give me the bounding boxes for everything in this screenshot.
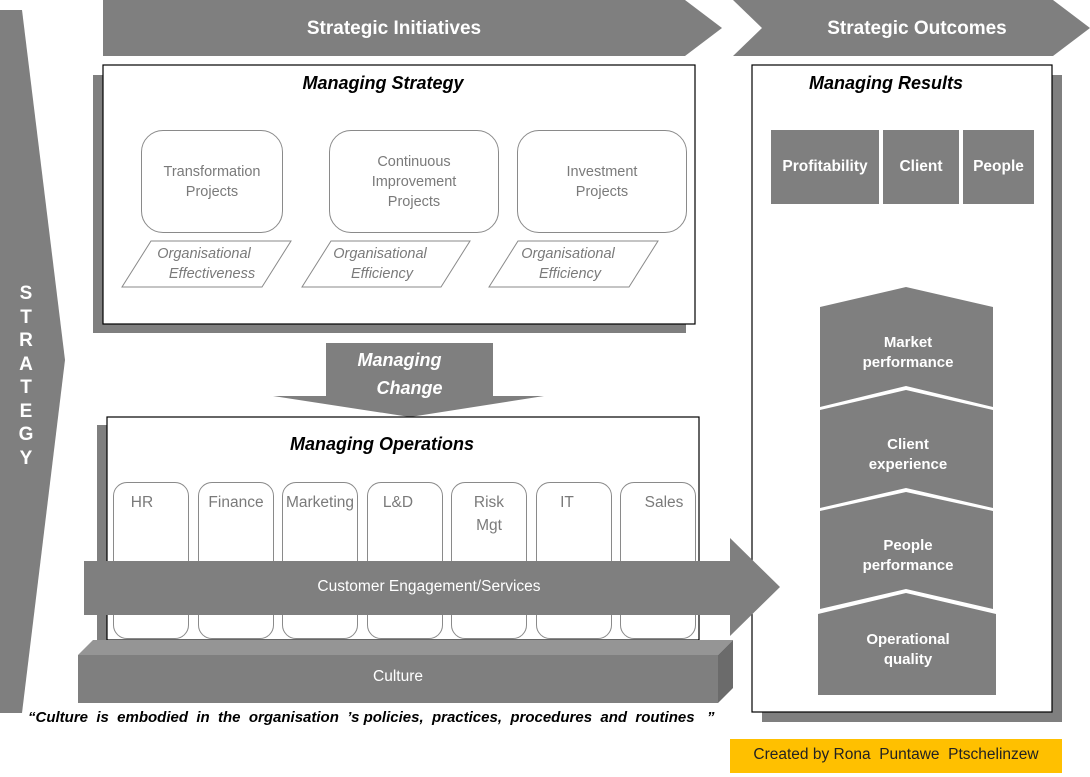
department-box: Sales: [620, 482, 696, 639]
managing-change-label: Managing Change: [326, 346, 493, 402]
strategy-letter: A: [19, 353, 33, 375]
project-label: Projects: [185, 183, 239, 200]
result-category-people: People: [963, 130, 1034, 204]
department-box: Marketing: [282, 482, 358, 639]
department-box: IT: [536, 482, 612, 639]
outcome-label: Organisational Efficiency: [318, 244, 442, 284]
managing-results-title: Managing Results: [808, 73, 964, 93]
project-box: Investment Projects: [517, 130, 687, 233]
outcome-label-line: Organisational: [157, 246, 251, 262]
strategy-letter: T: [20, 306, 32, 328]
stack-label-line: performance: [862, 354, 954, 371]
project-box: Transformation Projects: [141, 130, 283, 233]
department-label: L&D: [382, 494, 414, 511]
outcome-label-line: Efficiency: [350, 266, 414, 282]
strategy-letter: T: [20, 377, 32, 398]
strategic-initiatives-label: Strategic Initiatives: [306, 18, 482, 39]
department-box: Finance: [198, 482, 274, 639]
result-category-client: Client: [883, 130, 959, 204]
project-label: Continuous: [377, 153, 451, 170]
outcome-label-line: Organisational: [333, 246, 427, 262]
department-label: HR: [130, 494, 154, 511]
stack-label-line: Market: [883, 334, 933, 351]
project-label: Investment: [566, 163, 638, 180]
project-box: Continuous Improvement Projects: [329, 130, 499, 233]
culture-quote: “Culture is embodied in the organisation…: [28, 709, 715, 726]
department-box: Risk Mgt: [451, 482, 527, 639]
strategy-letter: E: [19, 400, 33, 422]
department-label: Risk: [473, 494, 505, 511]
outcome-label-line: Effectiveness: [168, 266, 256, 282]
strategy-letter: S: [19, 283, 33, 304]
outcome-label: Organisational Effectiveness: [140, 244, 268, 284]
stack-label-line: performance: [862, 557, 954, 574]
stack-label-line: quality: [883, 651, 933, 668]
managing-change-line: Managing: [357, 350, 442, 370]
outcome-label-line: Efficiency: [538, 266, 602, 282]
stack-label-market-performance: Market performance: [820, 333, 996, 373]
department-label: Marketing: [285, 494, 355, 511]
customer-engagement-label: Customer Engagement/Services: [317, 578, 541, 595]
project-label: Improvement: [371, 173, 457, 190]
department-box: HR: [113, 482, 189, 639]
project-label: Projects: [387, 193, 441, 210]
strategy-letter: R: [19, 330, 33, 351]
department-label: IT: [560, 494, 574, 511]
department-label: Finance: [208, 494, 264, 511]
culture-label: Culture: [373, 668, 423, 685]
project-label: Transformation: [163, 163, 261, 180]
culture-bar-top: [78, 640, 733, 655]
strategy-label: S T R A T E G Y: [12, 282, 40, 470]
outcome-label-line: Organisational: [521, 246, 615, 262]
project-label: Projects: [575, 183, 629, 200]
department-label: Mgt: [476, 517, 502, 534]
managing-operations-title: Managing Operations: [289, 434, 475, 454]
stack-label-line: People: [883, 537, 933, 554]
department-label: Sales: [644, 494, 684, 511]
stack-label-line: experience: [868, 456, 948, 473]
result-category-profitability: Profitability: [771, 130, 879, 204]
strategy-letter: Y: [19, 447, 33, 469]
department-box: L&D: [367, 482, 443, 639]
strategy-letter: G: [18, 424, 34, 445]
stack-label-operational-quality: Operational quality: [818, 630, 998, 670]
stack-label-line: Client: [887, 436, 929, 453]
managing-strategy-title: Managing Strategy: [302, 73, 464, 93]
stack-label-people-performance: People performance: [820, 536, 996, 576]
strategic-outcomes-label: Strategic Outcomes: [827, 18, 1007, 39]
managing-change-line: Change: [376, 378, 443, 398]
outcome-label: Organisational Efficiency: [506, 244, 630, 284]
stack-label-line: Operational: [866, 631, 950, 648]
stack-label-client-experience: Client experience: [820, 435, 996, 475]
credit-text: Created by Rona Puntawe Ptschelinzew: [753, 746, 1039, 763]
